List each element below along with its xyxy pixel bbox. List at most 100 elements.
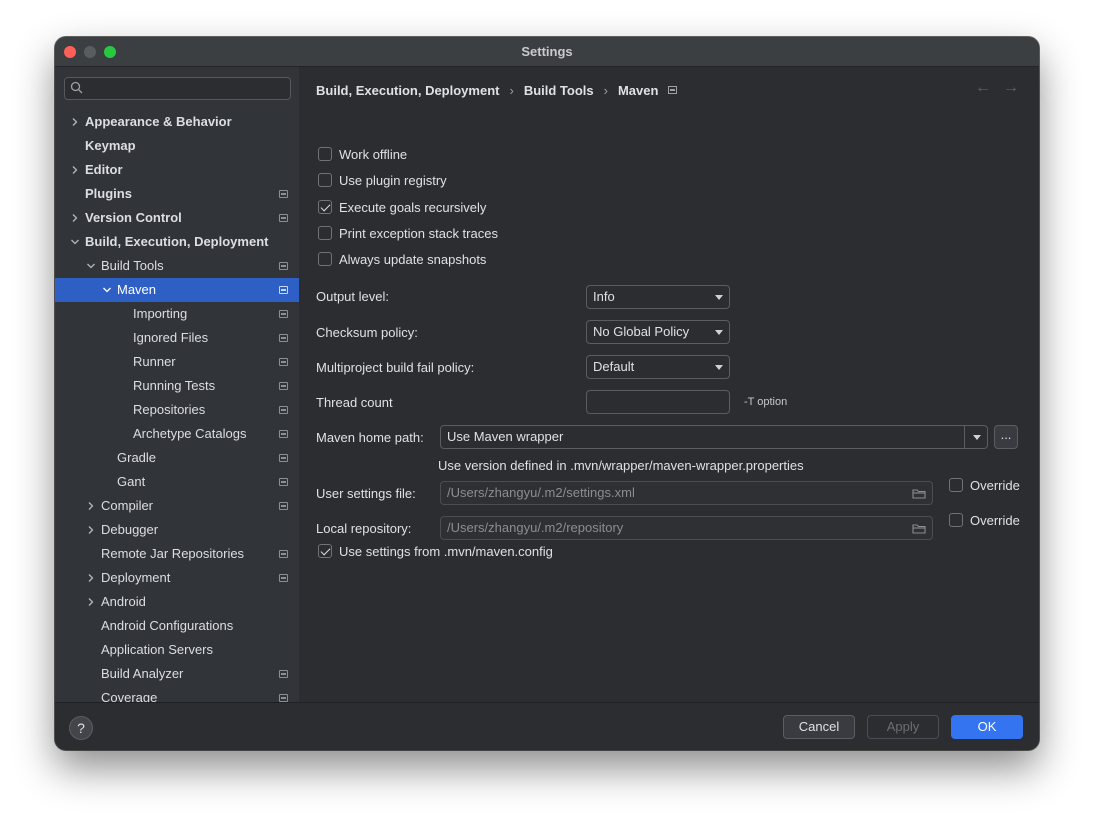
sidebar-item-label: Repositories bbox=[133, 402, 206, 417]
sidebar-item-appearance-behavior[interactable]: Appearance & Behavior bbox=[55, 110, 299, 134]
sidebar-item-archetype-catalogs[interactable]: Archetype Catalogs bbox=[55, 422, 299, 446]
sidebar-item-ignored-files[interactable]: Ignored Files bbox=[55, 326, 299, 350]
checkbox-box bbox=[949, 513, 963, 527]
fail-policy-label: Multiproject build fail policy: bbox=[316, 360, 475, 375]
output-level-select[interactable]: Info bbox=[586, 285, 730, 309]
chevron-right-icon[interactable] bbox=[69, 158, 81, 182]
sidebar-item-coverage[interactable]: Coverage bbox=[55, 686, 299, 702]
checksum-policy-label: Checksum policy: bbox=[316, 325, 418, 340]
checkbox-box bbox=[318, 173, 332, 187]
sidebar-item-application-servers[interactable]: Application Servers bbox=[55, 638, 299, 662]
local-repository-input[interactable]: /Users/zhangyu/.m2/repository bbox=[440, 516, 933, 540]
sidebar-item-build-tools[interactable]: Build Tools bbox=[55, 254, 299, 278]
project-level-icon bbox=[279, 382, 288, 390]
sidebar-item-compiler[interactable]: Compiler bbox=[55, 494, 299, 518]
settings-window: Settings Appearance & Behavior Keymap Edit… bbox=[55, 37, 1039, 750]
sidebar-item-gant[interactable]: Gant bbox=[55, 470, 299, 494]
sidebar-item-maven[interactable]: Maven bbox=[55, 278, 299, 302]
sidebar-item-gradle[interactable]: Gradle bbox=[55, 446, 299, 470]
divider bbox=[964, 426, 965, 448]
settings-sidebar: Appearance & Behavior Keymap Editor Plugins… bbox=[55, 67, 299, 702]
chevron-down-icon[interactable] bbox=[85, 254, 97, 278]
chevron-right-icon[interactable] bbox=[85, 566, 97, 590]
sidebar-item-deployment[interactable]: Deployment bbox=[55, 566, 299, 590]
cancel-button[interactable]: Cancel bbox=[783, 715, 855, 739]
help-button[interactable]: ? bbox=[69, 716, 93, 740]
project-level-icon bbox=[279, 430, 288, 438]
chevron-right-icon[interactable] bbox=[69, 206, 81, 230]
checkbox-label: Execute goals recursively bbox=[339, 199, 487, 215]
project-level-icon bbox=[279, 214, 288, 222]
sidebar-item-label: Build Analyzer bbox=[101, 666, 184, 681]
chevron-right-icon[interactable] bbox=[69, 110, 81, 134]
execute-goals-recursively-checkbox[interactable]: Execute goals recursively bbox=[318, 198, 486, 216]
chevron-down-icon[interactable] bbox=[101, 278, 113, 302]
sidebar-item-version-control[interactable]: Version Control bbox=[55, 206, 299, 230]
thread-count-hint: -T option bbox=[744, 396, 788, 408]
title-bar: Settings bbox=[55, 37, 1039, 67]
always-update-snapshots-checkbox[interactable]: Always update snapshots bbox=[318, 250, 486, 268]
work-offline-checkbox[interactable]: Work offline bbox=[318, 145, 407, 163]
override-local-repository-checkbox[interactable]: Override bbox=[949, 511, 1020, 529]
checkbox-label: Override bbox=[970, 512, 1020, 528]
sidebar-item-debugger[interactable]: Debugger bbox=[55, 518, 299, 542]
select-value: Use Maven wrapper bbox=[447, 429, 564, 444]
browse-maven-home-button[interactable]: ... bbox=[994, 425, 1018, 449]
project-level-icon bbox=[279, 358, 288, 366]
sidebar-item-label: Keymap bbox=[85, 138, 136, 153]
sidebar-item-android[interactable]: Android bbox=[55, 590, 299, 614]
apply-button[interactable]: Apply bbox=[867, 715, 939, 739]
sidebar-item-build-execution-deployment[interactable]: Build, Execution, Deployment bbox=[55, 230, 299, 254]
checkbox-label: Use plugin registry bbox=[339, 172, 447, 188]
sidebar-item-label: Appearance & Behavior bbox=[85, 114, 232, 129]
navigation-arrows: ← → bbox=[975, 79, 1019, 97]
user-settings-input[interactable]: /Users/zhangyu/.m2/settings.xml bbox=[440, 481, 933, 505]
print-exception-stack-traces-checkbox[interactable]: Print exception stack traces bbox=[318, 224, 498, 242]
breadcrumb-item-build-tools[interactable]: Build Tools bbox=[524, 83, 594, 98]
override-user-settings-checkbox[interactable]: Override bbox=[949, 476, 1020, 494]
sidebar-item-label: Runner bbox=[133, 354, 176, 369]
fail-policy-select[interactable]: Default bbox=[586, 355, 730, 379]
project-level-icon bbox=[279, 334, 288, 342]
sidebar-item-runner[interactable]: Runner bbox=[55, 350, 299, 374]
sidebar-item-importing[interactable]: Importing bbox=[55, 302, 299, 326]
checksum-policy-select[interactable]: No Global Policy bbox=[586, 320, 730, 344]
sidebar-item-running-tests[interactable]: Running Tests bbox=[55, 374, 299, 398]
breadcrumb-separator-icon: › bbox=[603, 82, 608, 98]
settings-search-input[interactable] bbox=[64, 77, 291, 100]
chevron-down-icon[interactable] bbox=[69, 230, 81, 254]
sidebar-item-repositories[interactable]: Repositories bbox=[55, 398, 299, 422]
select-value: Info bbox=[593, 289, 615, 304]
use-mvn-config-checkbox[interactable]: Use settings from .mvn/maven.config bbox=[318, 542, 553, 560]
sidebar-item-android-configurations[interactable]: Android Configurations bbox=[55, 614, 299, 638]
sidebar-item-remote-jar-repositories[interactable]: Remote Jar Repositories bbox=[55, 542, 299, 566]
ok-button[interactable]: OK bbox=[951, 715, 1023, 739]
select-value: Default bbox=[593, 359, 635, 374]
sidebar-item-plugins[interactable]: Plugins bbox=[55, 182, 299, 206]
use-plugin-registry-checkbox[interactable]: Use plugin registry bbox=[318, 171, 447, 189]
back-arrow-icon[interactable]: ← bbox=[975, 79, 991, 97]
chevron-right-icon[interactable] bbox=[85, 590, 97, 614]
sidebar-item-editor[interactable]: Editor bbox=[55, 158, 299, 182]
maven-home-select[interactable]: Use Maven wrapper bbox=[440, 425, 988, 449]
sidebar-item-label: Build Tools bbox=[101, 258, 164, 273]
breadcrumb: Build, Execution, Deployment › Build Too… bbox=[316, 81, 678, 99]
breadcrumb-item-build-execution[interactable]: Build, Execution, Deployment bbox=[316, 83, 499, 98]
chevron-right-icon[interactable] bbox=[85, 494, 97, 518]
settings-tree: Appearance & Behavior Keymap Editor Plugins… bbox=[55, 110, 299, 702]
sidebar-item-build-analyzer[interactable]: Build Analyzer bbox=[55, 662, 299, 686]
chevron-down-icon bbox=[715, 365, 723, 370]
checkbox-box-checked bbox=[318, 544, 332, 558]
folder-icon[interactable] bbox=[912, 523, 926, 534]
forward-arrow-icon[interactable]: → bbox=[1003, 79, 1019, 97]
sidebar-item-keymap[interactable]: Keymap bbox=[55, 134, 299, 158]
checkbox-label: Use settings from .mvn/maven.config bbox=[339, 543, 553, 559]
chevron-down-icon bbox=[715, 295, 723, 300]
checkbox-box bbox=[318, 147, 332, 161]
breadcrumb-separator-icon: › bbox=[509, 82, 514, 98]
folder-icon[interactable] bbox=[912, 488, 926, 499]
sidebar-item-label: Gant bbox=[117, 474, 146, 489]
thread-count-input[interactable] bbox=[586, 390, 730, 414]
breadcrumb-item-maven: Maven bbox=[617, 82, 659, 98]
chevron-right-icon[interactable] bbox=[85, 518, 97, 542]
